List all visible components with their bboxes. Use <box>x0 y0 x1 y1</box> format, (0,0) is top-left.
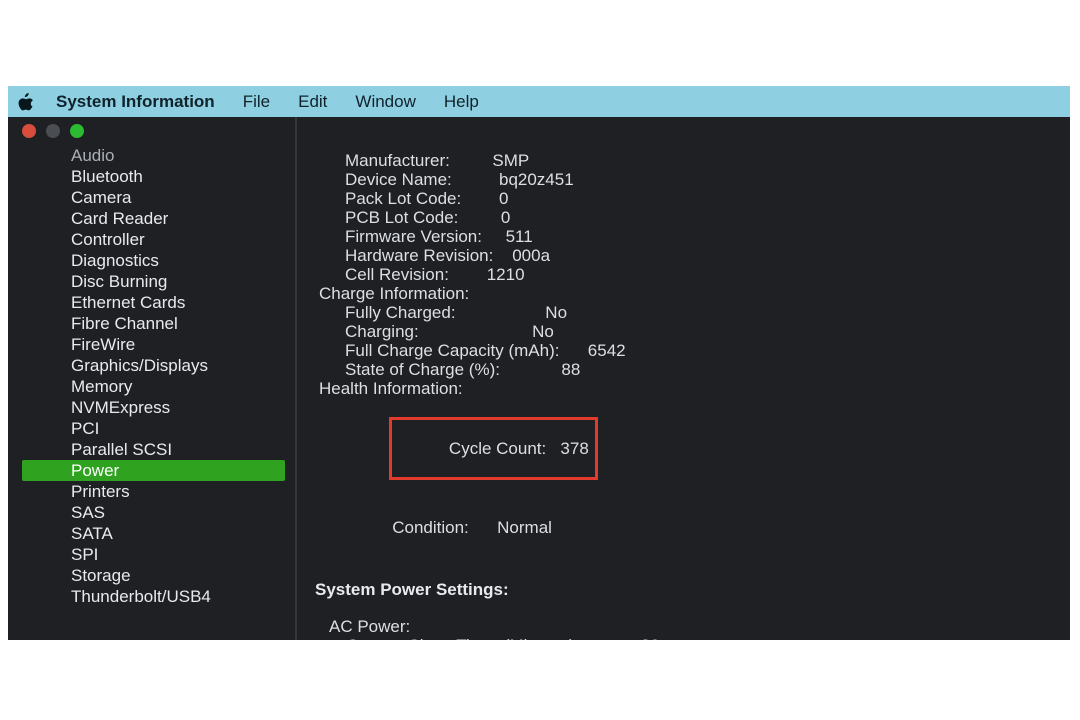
sidebar-item-sas[interactable]: SAS <box>8 502 295 523</box>
cycle-count-highlight: Cycle Count: 378 <box>389 417 598 480</box>
system-information-window: AudioBluetoothCameraCard ReaderControlle… <box>8 117 1070 640</box>
sidebar-item-camera[interactable]: Camera <box>8 187 295 208</box>
model-row: Firmware Version: 511 <box>345 227 1052 246</box>
sidebar-item-power[interactable]: Power <box>22 460 285 481</box>
sidebar-item-storage[interactable]: Storage <box>8 565 295 586</box>
minimize-button-icon[interactable] <box>46 124 60 138</box>
charge-row: Fully Charged: No <box>345 303 1052 322</box>
sidebar-item-ethernet-cards[interactable]: Ethernet Cards <box>8 292 295 313</box>
model-row: Hardware Revision: 000a <box>345 246 1052 265</box>
sidebar-item-controller[interactable]: Controller <box>8 229 295 250</box>
menu-help[interactable]: Help <box>430 92 493 112</box>
sidebar-item-nvmexpress[interactable]: NVMExpress <box>8 397 295 418</box>
sidebar-item-pci[interactable]: PCI <box>8 418 295 439</box>
app-name[interactable]: System Information <box>42 92 229 112</box>
model-row: PCB Lot Code: 0 <box>345 208 1052 227</box>
cycle-count-value: 378 <box>560 439 588 458</box>
model-row: Pack Lot Code: 0 <box>345 189 1052 208</box>
charge-row: Charging: No <box>345 322 1052 341</box>
sidebar-item-parallel-scsi[interactable]: Parallel SCSI <box>8 439 295 460</box>
zoom-button-icon[interactable] <box>70 124 84 138</box>
close-button-icon[interactable] <box>22 124 36 138</box>
ac-power-row: System Sleep Timer (Minutes): 30 <box>347 636 1052 640</box>
charge-row: State of Charge (%): 88 <box>345 360 1052 379</box>
window-controls <box>8 117 295 145</box>
sidebar-item-firewire[interactable]: FireWire <box>8 334 295 355</box>
menu-window[interactable]: Window <box>341 92 429 112</box>
health-info-header: Health Information: <box>319 379 1052 398</box>
model-row: Manufacturer: SMP <box>345 151 1052 170</box>
sidebar-item-printers[interactable]: Printers <box>8 481 295 502</box>
sidebar-item-spi[interactable]: SPI <box>8 544 295 565</box>
sidebar-item-fibre-channel[interactable]: Fibre Channel <box>8 313 295 334</box>
sidebar-item-sata[interactable]: SATA <box>8 523 295 544</box>
model-row: Cell Revision: 1210 <box>345 265 1052 284</box>
apple-menu-icon[interactable] <box>8 93 42 111</box>
sidebar-item-thunderbolt-usb4[interactable]: Thunderbolt/USB4 <box>8 586 295 607</box>
cycle-count-label: Cycle Count: <box>449 439 546 458</box>
menu-file[interactable]: File <box>229 92 284 112</box>
charge-row: Full Charge Capacity (mAh): 6542 <box>345 341 1052 360</box>
ac-power-header: AC Power: <box>329 617 1052 636</box>
sidebar-item-memory[interactable]: Memory <box>8 376 295 397</box>
sidebar-item-disc-burning[interactable]: Disc Burning <box>8 271 295 292</box>
sidebar-item-bluetooth[interactable]: Bluetooth <box>8 166 295 187</box>
sidebar-item-card-reader[interactable]: Card Reader <box>8 208 295 229</box>
details-pane[interactable]: Manufacturer: SMPDevice Name: bq20z451Pa… <box>297 117 1070 640</box>
menu-edit[interactable]: Edit <box>284 92 341 112</box>
condition-value: Normal <box>497 518 552 537</box>
sidebar-list[interactable]: AudioBluetoothCameraCard ReaderControlle… <box>8 145 295 640</box>
menu-bar: System Information File Edit Window Help <box>8 86 1070 117</box>
sidebar-item-audio[interactable]: Audio <box>8 145 295 166</box>
charge-info-header: Charge Information: <box>319 284 1052 303</box>
model-row: Device Name: bq20z451 <box>345 170 1052 189</box>
sidebar-item-diagnostics[interactable]: Diagnostics <box>8 250 295 271</box>
system-power-settings-header: System Power Settings: <box>315 580 1052 599</box>
condition-label: Condition: <box>392 518 469 537</box>
sidebar: AudioBluetoothCameraCard ReaderControlle… <box>8 117 297 640</box>
sidebar-item-graphics-displays[interactable]: Graphics/Displays <box>8 355 295 376</box>
